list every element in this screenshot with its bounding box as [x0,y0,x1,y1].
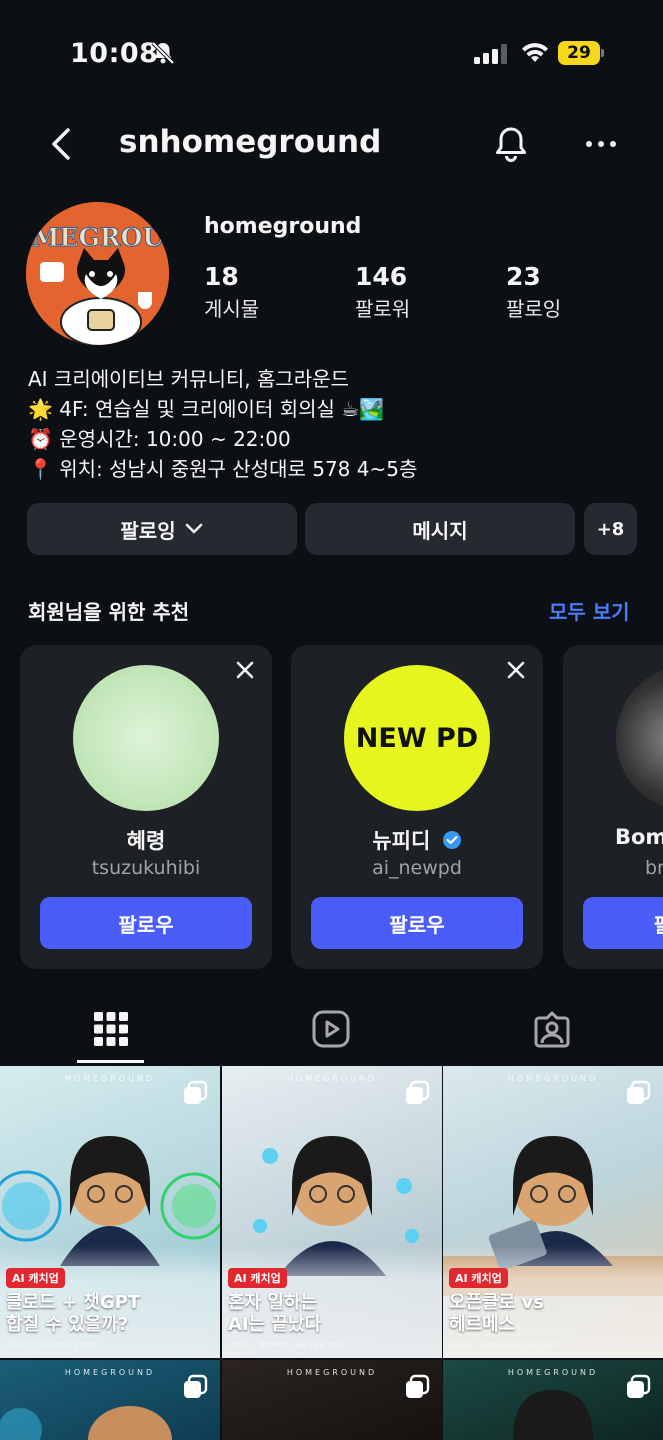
wifi-icon [522,43,548,62]
suggestion-card[interactable]: 혜령 tsuzukuhibi 팔로우 [20,645,272,969]
battery-level: 29 [558,41,600,65]
active-tab-indicator [77,1060,144,1063]
post-thumbnail[interactable]: HOMEGROUND AI 캐치업 클로드 + 챗GPT 합칠 수 있을까? 2… [0,1066,220,1358]
stat-label: 팔로워 [355,297,411,321]
bio-line: AI 크리에이티브 커뮤니티, 홈그라운드 [28,367,350,391]
close-icon[interactable] [234,659,256,681]
follow-button[interactable]: 팔로우 [311,897,523,949]
follow-button[interactable]: 팔로우 [40,897,252,949]
suggestion-name: Bom [615,825,663,849]
notification-bell-icon[interactable] [492,124,530,164]
avatar-text: NEW PD [355,722,479,754]
post-thumbnail[interactable]: HOMEGROUND AI 캐치업 오픈클로 vs 헤르메스 2026.07 ·… [443,1066,663,1358]
suggestions-title: 회원님을 위한 추천 [28,600,190,624]
suggestion-name: 뉴피디 [291,825,543,855]
post-thumbnail[interactable]: HOMEGROUND AI 캐치업 혼자 일하는 AI는 끝났다 2026.07… [222,1066,442,1358]
post-title: 혼자 일하는 AI는 끝났다 [228,1292,322,1335]
verified-badge-icon [442,831,461,849]
suggestion-handle: tsuzukuhibi [91,857,201,879]
carousel-icon [627,1080,651,1104]
avatar-logo-image: HOMEGROUND [26,202,169,345]
close-icon[interactable] [505,659,527,681]
stat-following[interactable]: 23 팔로잉 [506,262,561,322]
back-chevron-icon[interactable] [46,124,80,164]
post-subtitle: 2026.07 · 내 손안의 AI 비서, 뭐가 나을까 [449,1342,558,1349]
profile-username: snhomeground [119,124,382,160]
post-title: 오픈클로 vs 헤르메스 [449,1292,544,1335]
carousel-icon [627,1374,651,1398]
suggestion-name: 혜령 [126,829,166,853]
bio-line: ⏰ 운영시간: 10:00 ~ 22:00 [28,427,291,451]
stat-label: 게시물 [204,297,260,321]
following-button[interactable]: 팔로잉 [27,503,297,555]
suggestion-card[interactable]: Bom br 팔 [563,645,663,969]
post-tag: AI 캐치업 [6,1268,65,1288]
carousel-icon [406,1080,430,1104]
stat-label: 팔로잉 [506,297,562,321]
profile-avatar[interactable]: HOMEGROUND [26,202,169,345]
add-person-button[interactable]: +8 [584,503,637,555]
avatar-logo-text: HOMEGROUND [26,223,169,252]
profile-display-name: homeground [204,214,362,239]
follow-label: 팔 [654,909,663,938]
suggestion-handle: ai_newpd [372,857,462,879]
stat-value: 18 [204,262,239,291]
chevron-down-icon [185,523,202,534]
suggestion-avatar[interactable] [73,665,219,811]
profile-bio: AI 크리에이티브 커뮤니티, 홈그라운드 🌟 4F: 연습실 및 크리에이터 … [28,364,648,484]
message-label: 메시지 [412,518,468,543]
following-label: 팔로잉 [120,518,176,543]
bell-muted-icon [151,41,175,65]
post-thumbnail[interactable]: HOMEGROUND [443,1360,663,1440]
message-button[interactable]: 메시지 [305,503,575,555]
suggestion-name-text: 뉴피디 [372,829,431,853]
stat-value: 23 [506,262,541,291]
see-all-link[interactable]: 모두 보기 [549,596,630,625]
suggestion-avatar[interactable]: NEW PD [344,665,490,811]
status-time: 10:08 [70,38,159,69]
post-title: 클로드 + 챗GPT 합칠 수 있을까? [6,1292,141,1335]
suggestion-handle: br [645,857,663,879]
grid-tab-icon[interactable] [92,1010,130,1048]
battery-indicator: 29 [558,41,604,65]
stat-posts[interactable]: 18 게시물 [204,262,259,322]
carousel-icon [406,1374,430,1398]
suggestion-avatar[interactable] [616,665,663,811]
post-subtitle: 2026.07 · 아이템 AI들이 손잡는 법 [6,1342,98,1349]
post-tag: AI 캐치업 [228,1268,287,1288]
carousel-icon [184,1374,208,1398]
post-thumbnail[interactable]: HOMEGROUND [0,1360,220,1440]
more-options-icon[interactable] [584,132,618,156]
post-subtitle: 2026.07 · 멀티에이전트, AI들이 팀을 이루다 [228,1342,344,1349]
bio-line: 🌟 4F: 연습실 및 크리에이터 회의실 ☕🏞️ [28,397,385,421]
suggestion-card[interactable]: NEW PD 뉴피디 ai_newpd 팔로우 [291,645,543,969]
follow-button[interactable]: 팔 [583,897,663,949]
tagged-tab-icon[interactable] [533,1010,571,1048]
post-thumbnail[interactable]: HOMEGROUND [222,1360,442,1440]
reels-tab-icon[interactable] [312,1010,350,1048]
carousel-icon [184,1080,208,1104]
bio-line: 📍 위치: 성남시 중원구 산성대로 578 4~5층 [28,457,418,481]
stat-followers[interactable]: 146 팔로워 [355,262,410,322]
signal-icon [474,44,507,64]
post-tag: AI 캐치업 [449,1268,508,1288]
stat-value: 146 [355,262,408,291]
add-person-icon: +8 [596,518,625,540]
